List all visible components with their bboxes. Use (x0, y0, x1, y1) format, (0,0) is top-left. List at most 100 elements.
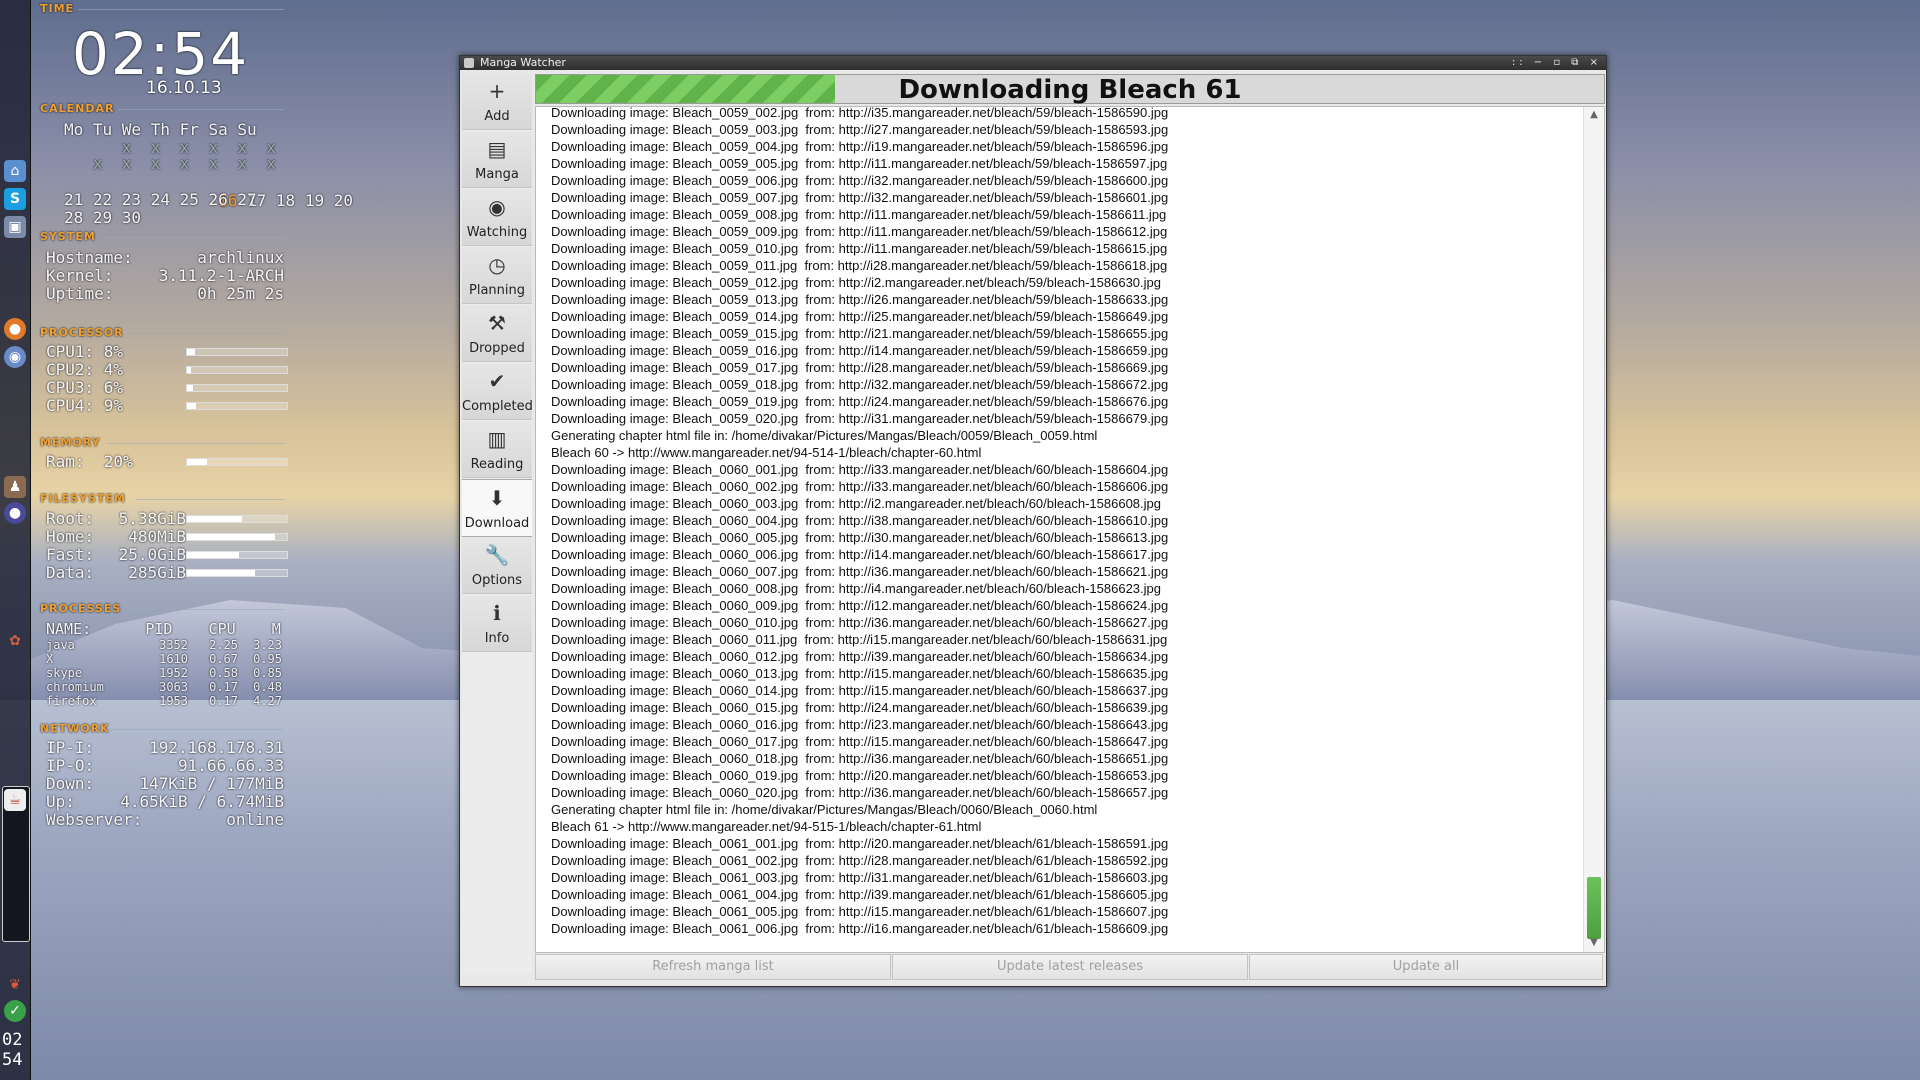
window-titlebar[interactable]: Manga Watcher :: − ▫ ⧉ × (460, 56, 1606, 70)
calendar-header: Mo Tu We Th Fr Sa Su (64, 120, 257, 139)
download-log: Downloading image: Bleach_0059_002.jpg f… (535, 106, 1605, 953)
log-line: Downloading image: Bleach_0061_006.jpg f… (551, 921, 1169, 936)
dock-clock-hours: 02 (2, 1030, 23, 1050)
time-section-title: TIME (40, 2, 75, 15)
cpu1-bar (186, 348, 288, 356)
nav-manga-button[interactable]: ▤ Manga (462, 131, 532, 188)
fs-home-bar (186, 533, 288, 541)
firefox-icon[interactable]: ● (4, 318, 26, 340)
log-line: Downloading image: Bleach_0059_013.jpg f… (551, 292, 1169, 307)
up-value: 4.65KiB / 6.74MiB (120, 792, 284, 811)
manga-watcher-window: Manga Watcher :: − ▫ ⧉ × + Add▤Manga◉ Watc… (459, 55, 1607, 987)
fs-data-bar-fill (187, 570, 255, 576)
skype-icon[interactable]: S (4, 188, 26, 210)
cpu3-bar-fill (187, 385, 193, 391)
log-line: Downloading image: Bleach_0060_003.jpg f… (551, 496, 1161, 511)
network-section-title: NETWORK (40, 722, 110, 735)
log-line: Downloading image: Bleach_0059_009.jpg f… (551, 224, 1168, 239)
dock-clock-minutes: 54 (2, 1050, 23, 1070)
left-dock: ⌂ S ▣ ● ◉ ♟ ● ✿ ☕ ❦ ✓ 02 54 (0, 0, 31, 1080)
log-line: Downloading image: Bleach_0061_005.jpg f… (551, 904, 1169, 919)
down-value: 147KiB / 177MiB (139, 774, 285, 793)
bird-icon[interactable]: ❦ (4, 974, 26, 996)
update-latest-releases-button[interactable]: Update latest releases (892, 954, 1248, 980)
refresh-manga-list-button[interactable]: Refresh manga list (535, 954, 891, 980)
leaf-icon[interactable]: ✿ (4, 630, 26, 652)
process-cpu: 0.17 (209, 680, 238, 694)
proc-header: NAME: PID CPU M (46, 620, 281, 638)
process-mem: 0.48 (253, 680, 282, 694)
cpu2-bar-fill (187, 367, 191, 373)
java-icon[interactable]: ☕ (4, 789, 26, 811)
webserver-row: Webserver: online (46, 810, 284, 829)
window-controls[interactable]: :: − ▫ ⧉ × (1512, 56, 1602, 70)
nav-label: Manga (475, 167, 519, 182)
fs-root-bar (186, 515, 288, 523)
log-line: Bleach 60 -> http://www.mangareader.net/… (551, 445, 982, 460)
up-row: Up: 4.65KiB / 6.74MiB (46, 792, 284, 811)
nav-planning-button[interactable]: ◷ Planning (462, 247, 532, 304)
notebook-icon: ▤ (487, 137, 507, 161)
fs-data-bar (186, 569, 288, 577)
fs-fast-label: Fast: (46, 545, 95, 564)
log-line: Downloading image: Bleach_0061_002.jpg f… (551, 853, 1169, 868)
nav-dropped-button[interactable]: ⚒ Dropped (462, 305, 532, 362)
log-scrollbar[interactable]: ▲ ▼ (1583, 107, 1604, 952)
log-line: Downloading image: Bleach_0061_004.jpg f… (551, 887, 1169, 902)
cpu2-bar (186, 366, 288, 374)
check-icon[interactable]: ✓ (4, 1000, 26, 1022)
nav-label: Download (464, 516, 530, 531)
divider (128, 333, 284, 334)
java-tray[interactable]: ☕ (2, 786, 30, 942)
log-line: Downloading image: Bleach_0059_014.jpg f… (551, 309, 1169, 324)
chromium-icon[interactable]: ◉ (4, 346, 26, 368)
nav-label: Completed (462, 399, 533, 414)
ip-internal-row: IP-I: 192.168.178.31 (46, 738, 284, 757)
log-line: Downloading image: Bleach_0060_010.jpg f… (551, 615, 1169, 630)
log-line: Downloading image: Bleach_0059_012.jpg f… (551, 275, 1161, 290)
nav-reading-button[interactable]: ▥ Reading (462, 421, 532, 478)
nav-label: Planning (469, 283, 525, 298)
app-icon[interactable]: ♟ (4, 476, 26, 498)
home-icon[interactable]: ⌂ (4, 160, 26, 182)
kernel-label: Kernel: (46, 266, 114, 285)
cpu4-bar-fill (187, 403, 196, 409)
nav-info-button[interactable]: ℹ Info (462, 595, 532, 652)
files-icon[interactable]: ▣ (4, 216, 26, 238)
process-mem: 0.95 (253, 652, 282, 666)
window-title: Manga Watcher (480, 56, 566, 69)
process-cpu: 0.17 (209, 694, 238, 708)
log-line: Downloading image: Bleach_0059_018.jpg f… (551, 377, 1169, 392)
processor-section-title: PROCESSOR (40, 326, 124, 339)
nav-label: Options (471, 573, 523, 588)
process-mem: 3.23 (253, 638, 282, 652)
nav-watching-button[interactable]: ◉ Watching (462, 189, 532, 246)
nav-completed-button[interactable]: ✔ Completed (462, 363, 533, 420)
scroll-up-arrow[interactable]: ▲ (1584, 109, 1604, 120)
scroll-down-arrow[interactable]: ▼ (1584, 937, 1604, 948)
nav-download-button[interactable]: ⬇ Download (462, 479, 532, 537)
calendar-placeholder-row: x x x x x x x (64, 154, 276, 173)
dock-clock: 02 54 (2, 1030, 22, 1070)
eye-icon: ◉ (488, 195, 506, 219)
process-pid: 1610 (159, 652, 188, 666)
log-line: Downloading image: Bleach_0059_015.jpg f… (551, 326, 1169, 341)
log-line: Downloading image: Bleach_0060_005.jpg f… (551, 530, 1169, 545)
log-line: Downloading image: Bleach_0060_009.jpg f… (551, 598, 1169, 613)
nav-add-button[interactable]: + Add (462, 73, 532, 130)
update-all-button[interactable]: Update all (1249, 954, 1603, 980)
ball-icon[interactable]: ● (4, 502, 26, 524)
filesystem-section-title: FILESYSTEM (40, 492, 126, 505)
nav-options-button[interactable]: 🔧 Options (462, 537, 532, 594)
uptime-row: Uptime: 0h 25m 2s (46, 284, 284, 303)
process-pid: 3352 (159, 638, 188, 652)
process-name: chromium (46, 680, 104, 694)
process-mem: 0.85 (253, 666, 282, 680)
book-icon: ▥ (487, 427, 507, 451)
scroll-thumb[interactable] (1587, 877, 1601, 939)
log-line: Downloading image: Bleach_0060_001.jpg f… (551, 462, 1169, 477)
log-line: Downloading image: Bleach_0060_014.jpg f… (551, 683, 1169, 698)
conky-date: 16.10.13 (146, 78, 222, 98)
plus-icon: + (488, 79, 506, 103)
log-line: Downloading image: Bleach_0060_013.jpg f… (551, 666, 1169, 681)
